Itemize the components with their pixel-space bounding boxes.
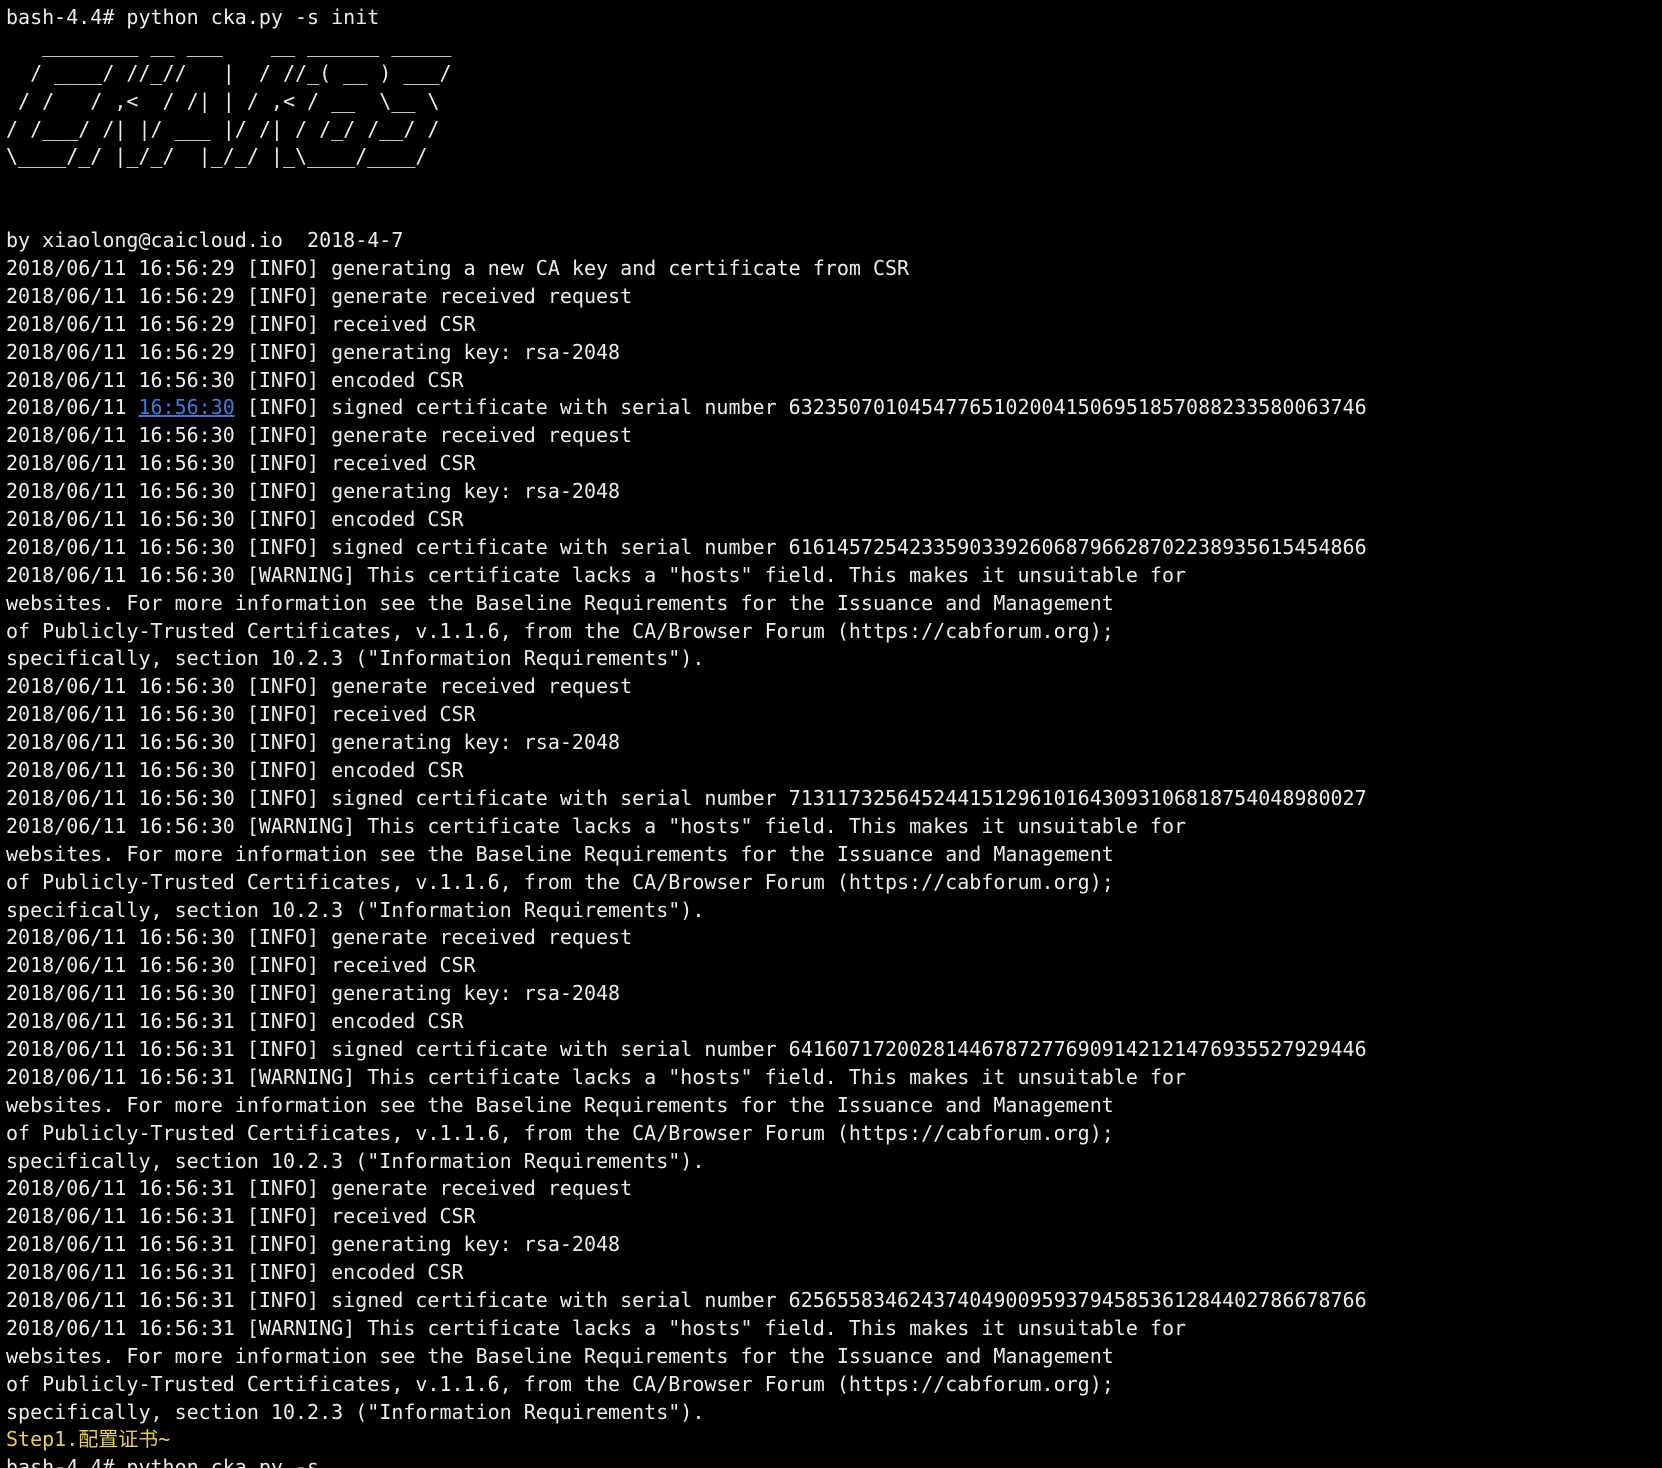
log-line: 2018/06/11 16:56:31 [INFO] signed certif… (6, 1287, 1367, 1312)
log-line: 2018/06/11 16:56:31 [INFO] generating ke… (6, 1232, 621, 1257)
next-command-prompt: bash-4.4# python cka.py -s ... (6, 1455, 368, 1468)
log-line: 2018/06/11 16:56:30 [WARNING] This certi… (6, 813, 1187, 838)
log-line: 2018/06/11 16:56:31 [INFO] encoded CSR (6, 1009, 464, 1034)
log-line: specifically, section 10.2.3 ("Informati… (6, 897, 705, 922)
log-line: 2018/06/11 16:56:30 [INFO] encoded CSR (6, 367, 464, 392)
log-rest: [INFO] signed certificate with serial nu… (234, 395, 1367, 420)
log-line: 2018/06/11 16:56:30 [INFO] generate rece… (6, 925, 633, 950)
log-line: 2018/06/11 16:56:31 [INFO] encoded CSR (6, 1260, 464, 1285)
log-line: 2018/06/11 16:56:30 [INFO] encoded CSR (6, 758, 464, 783)
log-line: of Publicly-Trusted Certificates, v.1.1.… (6, 1371, 1114, 1396)
ascii-banner-line: / ____/ //_// | / //_( __ ) ___/ (6, 60, 452, 85)
ascii-banner-line: \____/_/ |_/_/ |_/_/ |_\____/____/ (6, 144, 428, 169)
log-line: 2018/06/11 16:56:30 [INFO] received CSR (6, 702, 476, 727)
log-line: specifically, section 10.2.3 ("Informati… (6, 1399, 705, 1424)
ascii-banner-line: / /___/ /| |/ ___ |/ /| / /_/ /__/ / (6, 116, 440, 141)
log-line: specifically, section 10.2.3 ("Informati… (6, 1148, 705, 1173)
log-line: of Publicly-Trusted Certificates, v.1.1.… (6, 618, 1114, 643)
ascii-banner-line: / / / ,< / /| | / ,< / __ \__ \ (6, 88, 440, 113)
log-date: 2018/06/11 (6, 395, 139, 420)
log-line: 2018/06/11 16:56:30 [INFO] signed certif… (6, 785, 1367, 810)
log-line: 2018/06/11 16:56:30 [INFO] generate rece… (6, 674, 633, 699)
log-line: 2018/06/11 16:56:29 [INFO] received CSR (6, 311, 476, 336)
ascii-banner-line: ________ __ ___ __ ______ _____ (6, 32, 452, 57)
log-line: 2018/06/11 16:56:30 [INFO] generating ke… (6, 730, 621, 755)
author-line: by xiaolong@caicloud.io 2018-4-7 (6, 228, 404, 253)
log-line: 2018/06/11 16:56:30 [INFO] encoded CSR (6, 507, 464, 532)
terminal-window[interactable]: bash-4.4# python cka.py -s init ________… (0, 0, 1662, 1468)
log-line: 2018/06/11 16:56:29 [INFO] generating a … (6, 256, 910, 281)
log-line: of Publicly-Trusted Certificates, v.1.1.… (6, 869, 1114, 894)
log-line: 2018/06/11 16:56:31 [WARNING] This certi… (6, 1315, 1187, 1340)
log-line: 2018/06/11 16:56:30 [INFO] generate rece… (6, 423, 633, 448)
log-line: 2018/06/11 16:56:31 [WARNING] This certi… (6, 1064, 1187, 1089)
log-line: 2018/06/11 16:56:30 [INFO] received CSR (6, 953, 476, 978)
log-line: websites. For more information see the B… (6, 1092, 1114, 1117)
log-line: websites. For more information see the B… (6, 590, 1114, 615)
log-line: 2018/06/11 16:56:30 [INFO] signed certif… (6, 394, 1662, 422)
log-line: 2018/06/11 16:56:29 [INFO] generating ke… (6, 339, 621, 364)
log-line: websites. For more information see the B… (6, 1343, 1114, 1368)
log-line: 2018/06/11 16:56:31 [INFO] signed certif… (6, 1036, 1367, 1061)
log-line: 2018/06/11 16:56:31 [INFO] generate rece… (6, 1176, 633, 1201)
log-line: 2018/06/11 16:56:30 [INFO] generating ke… (6, 981, 621, 1006)
timestamp-link[interactable]: 16:56:30 (138, 395, 234, 419)
step-status-line: Step1.配置证书~ (6, 1427, 171, 1452)
log-line: specifically, section 10.2.3 ("Informati… (6, 646, 705, 671)
log-line: 2018/06/11 16:56:30 [WARNING] This certi… (6, 562, 1187, 587)
log-line: 2018/06/11 16:56:30 [INFO] signed certif… (6, 534, 1367, 559)
log-line: 2018/06/11 16:56:30 [INFO] generating ke… (6, 479, 621, 504)
log-line: websites. For more information see the B… (6, 841, 1114, 866)
log-line: 2018/06/11 16:56:31 [INFO] received CSR (6, 1204, 476, 1229)
command-prompt: bash-4.4# python cka.py -s init (6, 5, 380, 29)
log-line: of Publicly-Trusted Certificates, v.1.1.… (6, 1120, 1114, 1145)
log-line: 2018/06/11 16:56:29 [INFO] generate rece… (6, 283, 633, 308)
log-line: 2018/06/11 16:56:30 [INFO] received CSR (6, 451, 476, 476)
